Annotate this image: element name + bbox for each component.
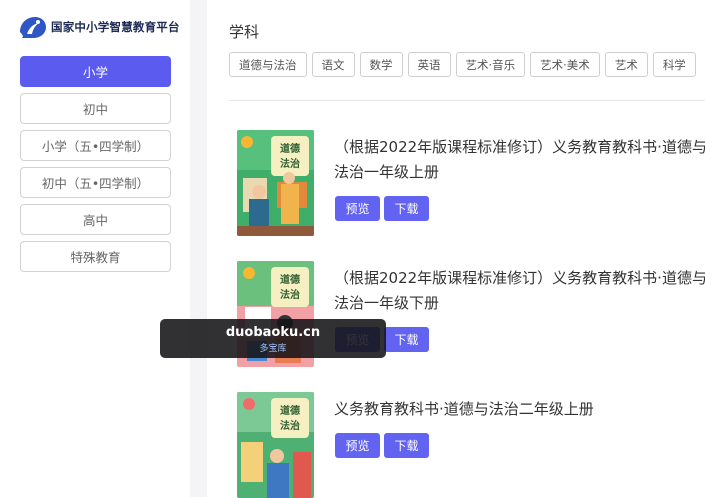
nav-item-junior-54[interactable]: 初中（五•四学制） [20,167,171,198]
stage-nav: 小学 初中 小学（五•四学制） 初中（五•四学制） 高中 特殊教育 [20,56,171,278]
subject-chinese[interactable]: 语文 [311,52,355,77]
cover-title-line2: 法治 [280,288,300,301]
cover-title-line2: 法治 [280,157,300,170]
gutter [190,0,207,497]
preview-button[interactable]: 预览 [335,196,380,221]
download-button[interactable]: 下载 [384,433,429,458]
cover-title-line2: 法治 [280,419,300,432]
subject-title: 学科 [229,23,260,41]
platform-logo[interactable]: 国家中小学智慧教育平台 [18,14,180,40]
subject-fine-arts[interactable]: 艺术·美术 [530,52,600,77]
nav-item-special[interactable]: 特殊教育 [20,241,171,272]
watermark-sub: 多宝库 [259,344,287,354]
book-cover[interactable]: 道德 法治 [237,392,314,498]
book-title[interactable]: （根据2022年版课程标准修订）义务教育教科书·道德与法治一年级下册 [334,266,705,316]
subject-morality[interactable]: 道德与法治 [229,52,307,77]
subject-math[interactable]: 数学 [359,52,403,77]
book-title[interactable]: 义务教育教科书·道德与法治二年级上册 [334,397,705,422]
cover-title-line1: 道德 [280,273,300,286]
main-content: 学科 道德与法治 语文 数学 英语 艺术·音乐 艺术·美术 艺术 科学 道德 法… [207,0,705,498]
divider [229,100,705,101]
logo-text: 国家中小学智慧教育平台 [51,20,180,34]
download-button[interactable]: 下载 [384,196,429,221]
nav-item-primary-54[interactable]: 小学（五•四学制） [20,130,171,161]
preview-button[interactable]: 预览 [335,433,380,458]
subject-english[interactable]: 英语 [407,52,451,77]
cover-title-line1: 道德 [280,142,300,155]
subject-music[interactable]: 艺术·音乐 [455,52,526,77]
sidebar: 国家中小学智慧教育平台 小学 初中 小学（五•四学制） 初中（五•四学制） 高中… [0,0,190,497]
subject-filter: 道德与法治 语文 数学 英语 艺术·音乐 艺术·美术 艺术 科学 [229,52,701,77]
watermark-overlay: duobaoku.cn 多宝库 [160,319,386,358]
book-cover[interactable]: 道德 法治 [237,130,314,236]
book-item: 道德 法治 （根据2022年版课程标准修订）义务教育教科书·道德与法治一年级上册… [237,130,705,236]
book-item: 道德 法治 义务教育教科书·道德与法治二年级上册 预览 下载 [237,392,705,498]
watermark-main: duobaoku.cn [225,325,321,340]
subject-arts[interactable]: 艺术 [604,52,648,77]
download-button[interactable]: 下载 [384,327,429,352]
logo-icon [18,14,48,40]
book-title[interactable]: （根据2022年版课程标准修订）义务教育教科书·道德与法治一年级上册 [334,135,705,185]
nav-item-primary[interactable]: 小学 [20,56,171,87]
nav-item-junior[interactable]: 初中 [20,93,171,124]
subject-science[interactable]: 科学 [652,52,696,77]
cover-title-line1: 道德 [280,404,300,417]
nav-item-senior[interactable]: 高中 [20,204,171,235]
